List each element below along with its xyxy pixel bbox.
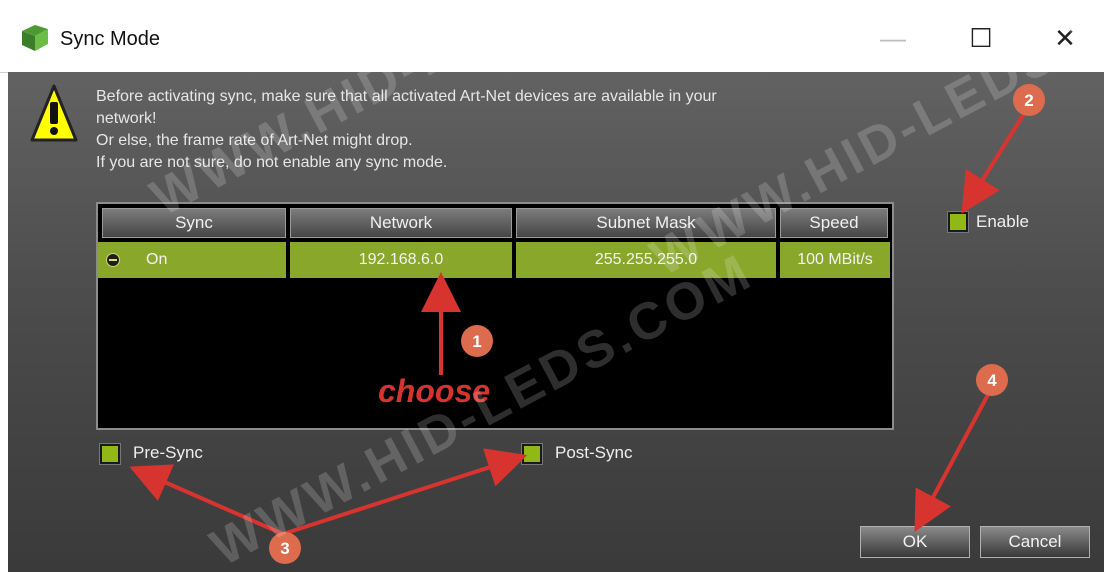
column-header-speed[interactable]: Speed xyxy=(780,208,888,238)
warning-icon xyxy=(30,84,78,142)
minimize-button[interactable]: — xyxy=(868,14,918,62)
column-header-network[interactable]: Network xyxy=(290,208,512,238)
close-button[interactable]: ✕ xyxy=(1040,14,1090,62)
ok-button[interactable]: OK xyxy=(860,526,970,558)
enable-checkbox[interactable] xyxy=(947,211,969,233)
column-header-subnet-mask[interactable]: Subnet Mask xyxy=(516,208,776,238)
network-cell[interactable]: 192.168.6.0 xyxy=(290,242,512,278)
pre-sync-checkbox[interactable] xyxy=(99,443,121,465)
sync-mode-dialog: Sync Mode — ☐ ✕ Before activating sync, … xyxy=(0,0,1104,572)
window-title: Sync Mode xyxy=(60,28,161,50)
warning-message: Before activating sync, make sure that a… xyxy=(96,86,916,174)
speed-cell[interactable]: 100 MBit/s xyxy=(780,242,890,278)
warning-line: If you are not sure, do not enable any s… xyxy=(96,154,448,171)
cancel-button[interactable]: Cancel xyxy=(980,526,1090,558)
app-logo-icon xyxy=(22,25,48,51)
warning-line: network! xyxy=(96,110,157,127)
warning-line: Before activating sync, make sure that a… xyxy=(96,88,717,105)
subnet-mask-cell[interactable]: 255.255.255.0 xyxy=(516,242,776,278)
pre-sync-label: Pre-Sync xyxy=(133,443,203,462)
table-row[interactable]: On xyxy=(98,242,286,278)
maximize-button[interactable]: ☐ xyxy=(956,14,1006,62)
post-sync-label: Post-Sync xyxy=(555,443,633,462)
warning-line: Or else, the frame rate of Art-Net might… xyxy=(96,132,413,149)
title-bar: Sync Mode — ☐ ✕ xyxy=(0,0,1104,73)
sync-cell: On xyxy=(146,251,168,268)
column-header-sync[interactable]: Sync xyxy=(102,208,286,238)
enable-label: Enable xyxy=(976,212,1029,231)
post-sync-checkbox[interactable] xyxy=(521,443,543,465)
status-indicator-icon xyxy=(106,253,120,267)
